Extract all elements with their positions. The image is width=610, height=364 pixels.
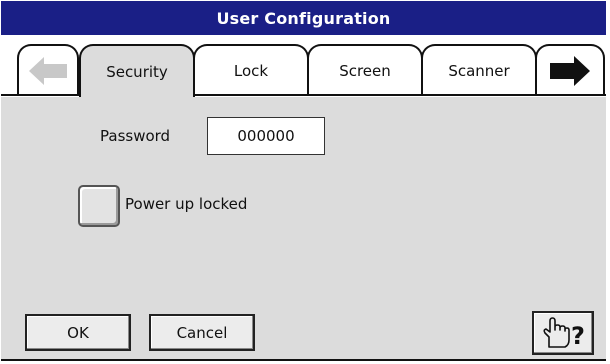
tab-lock-label: Lock	[233, 62, 269, 80]
left-arrow-icon	[29, 57, 67, 85]
password-label: Password	[100, 127, 171, 145]
ok-button[interactable]: OK	[25, 314, 131, 351]
svg-text:?: ?	[571, 322, 585, 350]
tab-screen-label: Screen	[339, 62, 391, 80]
tab-screen[interactable]: Screen	[307, 44, 423, 96]
cancel-button-label: Cancel	[176, 323, 228, 342]
tab-scroll-right[interactable]	[535, 44, 605, 96]
tab-scanner[interactable]: Scanner	[421, 44, 537, 96]
tab-security[interactable]: Security	[79, 44, 195, 97]
power-up-locked-label[interactable]: Power up locked	[125, 195, 247, 213]
ok-button-label: OK	[67, 323, 89, 342]
tab-lock[interactable]: Lock	[193, 44, 309, 96]
help-button[interactable]: ?	[532, 311, 594, 355]
tab-scanner-label: Scanner	[448, 62, 510, 80]
right-arrow-icon	[550, 56, 590, 86]
title-bar: User Configuration	[1, 1, 606, 35]
pointing-hand-question-icon: ?	[543, 317, 585, 350]
power-up-locked-checkbox[interactable]	[78, 185, 120, 227]
user-configuration-window: User Configuration Security Lock Screen …	[0, 0, 610, 364]
window-title: User Configuration	[216, 8, 391, 28]
tab-scroll-left[interactable]	[17, 44, 79, 96]
tab-panel: Security Lock Screen Scanner Password 00…	[1, 35, 606, 361]
tab-strip: Security Lock Screen Scanner	[1, 35, 606, 97]
tab-security-label: Security	[106, 62, 168, 81]
password-field[interactable]: 000000	[207, 117, 325, 155]
cancel-button[interactable]: Cancel	[149, 314, 255, 351]
